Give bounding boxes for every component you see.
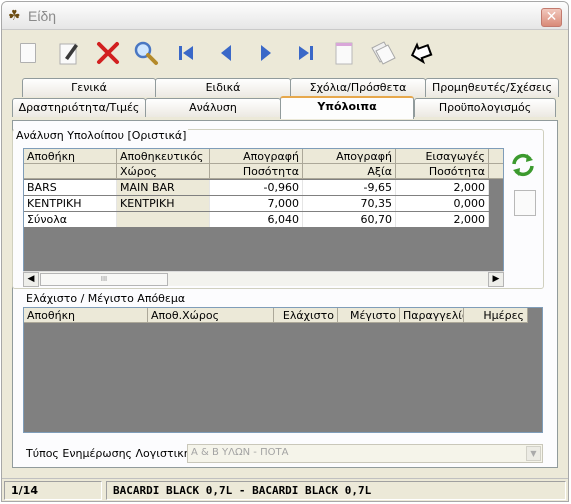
exit-icon[interactable]	[406, 38, 434, 68]
tab-budget[interactable]: Προϋπολογισμός	[414, 98, 556, 117]
status-bar: 1/14 BACARDI BLACK 0,7L - BACARDI BLACK …	[2, 478, 568, 501]
new-document-icon[interactable]	[14, 38, 42, 68]
scroll-thumb[interactable]: III	[40, 273, 168, 286]
accounting-type-value: Α & Β ΥΛΩΝ - ΠΟΤΑ	[191, 447, 289, 458]
table-cell: 70,35	[303, 196, 396, 211]
items-window: ☘ Είδη ✕ Γενικά Ειδικά Σχόλια/Πρόσθετα Π…	[1, 1, 569, 502]
table-cell: -0,960	[210, 180, 303, 195]
title-bar[interactable]: ☘ Είδη ✕	[2, 2, 568, 30]
column-header[interactable]: Απογραφή	[303, 149, 396, 164]
tab-suppliers[interactable]: Προμηθευτές/Σχέσεις	[425, 78, 559, 97]
column-header[interactable]	[24, 164, 117, 179]
balance-grid: Αποθήκη Αποθηκευτικός Απογραφή Απογραφή …	[23, 148, 504, 285]
app-icon: ☘	[8, 8, 21, 24]
accounting-type-select[interactable]: Α & Β ΥΛΩΝ - ΠΟΤΑ ▼	[187, 444, 543, 463]
window-title: Είδη	[28, 8, 57, 24]
column-header[interactable]: Ελάχιστο	[274, 308, 338, 323]
copy-icon[interactable]	[368, 38, 396, 68]
table-cell: 60,70	[303, 212, 396, 227]
close-button[interactable]: ✕	[541, 8, 562, 27]
table-cell: 2,000	[396, 180, 489, 195]
tab-activity-prices[interactable]: Δραστηριότητα/Τιμές	[12, 98, 146, 117]
accounting-type-label: Τύπος Ενημέρωσης Λογιστικής	[26, 447, 198, 460]
next-record-icon[interactable]	[252, 38, 280, 68]
table-cell	[117, 212, 210, 227]
table-cell: Σύνολα	[24, 212, 117, 227]
table-cell: ΚΕΝΤΡΙΚΗ	[24, 196, 117, 211]
edit-document-icon[interactable]	[54, 38, 82, 68]
sheet-icon[interactable]	[514, 190, 536, 216]
last-record-icon[interactable]	[292, 38, 320, 68]
table-cell: 7,000	[210, 196, 303, 211]
search-icon[interactable]	[132, 38, 160, 68]
column-header[interactable]: Χώρος	[117, 164, 210, 179]
column-header-filler	[489, 164, 503, 179]
tab-general[interactable]: Γενικά	[22, 78, 156, 97]
column-header[interactable]: Μέγιστο	[338, 308, 400, 323]
record-counter: 1/14	[4, 481, 102, 500]
tab-notes-extra[interactable]: Σχόλια/Πρόσθετα	[290, 78, 426, 97]
column-header[interactable]: Ημέρες	[464, 308, 528, 323]
column-header[interactable]: Αξία	[303, 164, 396, 179]
tab-balances[interactable]: Υπόλοιπα	[280, 96, 414, 119]
scroll-right-icon[interactable]: ▶	[488, 272, 504, 287]
column-header[interactable]: Παραγγελία	[400, 308, 464, 323]
column-header[interactable]: Απογραφή	[210, 149, 303, 164]
table-cell: 0,000	[396, 196, 489, 211]
refresh-icon[interactable]	[508, 150, 538, 180]
toolbar	[14, 38, 444, 70]
scroll-left-icon[interactable]: ◀	[23, 272, 39, 287]
column-header[interactable]: Αποθήκη	[24, 149, 117, 164]
column-header[interactable]: Εισαγωγές	[396, 149, 489, 164]
table-cell: -9,65	[303, 180, 396, 195]
previous-record-icon[interactable]	[212, 38, 240, 68]
chevron-down-icon[interactable]: ▼	[526, 446, 541, 461]
column-header[interactable]: Αποθήκη	[24, 308, 148, 323]
table-cell: 2,000	[396, 212, 489, 227]
horizontal-scrollbar[interactable]: ◀ III ▶	[23, 271, 504, 287]
table-cell: 6,040	[210, 212, 303, 227]
tab-strip: Γενικά Ειδικά Σχόλια/Πρόσθετα Προμηθευτέ…	[12, 78, 559, 122]
column-header[interactable]: Αποθ.Χώρος	[148, 308, 274, 323]
column-header[interactable]: Αποθηκευτικός	[117, 149, 210, 164]
first-record-icon[interactable]	[172, 38, 200, 68]
minmax-grid: Αποθήκη Αποθ.Χώρος Ελάχιστο Μέγιστο Παρα…	[23, 307, 543, 433]
current-item: BACARDI BLACK 0,7L - BACARDI BLACK 0,7L	[106, 481, 566, 500]
balance-title: Ανάλυση Υπολοίπου [Οριστικά]	[14, 129, 189, 142]
tab-analysis[interactable]: Ανάλυση	[145, 98, 281, 117]
column-header-filler	[489, 149, 503, 164]
table-cell: BARS	[24, 180, 117, 195]
notes-icon[interactable]	[330, 38, 358, 68]
delete-icon[interactable]	[94, 38, 122, 68]
column-header[interactable]: Ποσότητα	[210, 164, 303, 179]
tab-special[interactable]: Ειδικά	[155, 78, 291, 97]
minmax-title: Ελάχιστο / Μέγιστο Απόθεμα	[26, 292, 186, 305]
column-header[interactable]: Ποσότητα	[396, 164, 489, 179]
table-cell: MAIN BAR	[117, 180, 210, 195]
table-cell: ΚΕΝΤΡΙΚΗ	[117, 196, 210, 211]
